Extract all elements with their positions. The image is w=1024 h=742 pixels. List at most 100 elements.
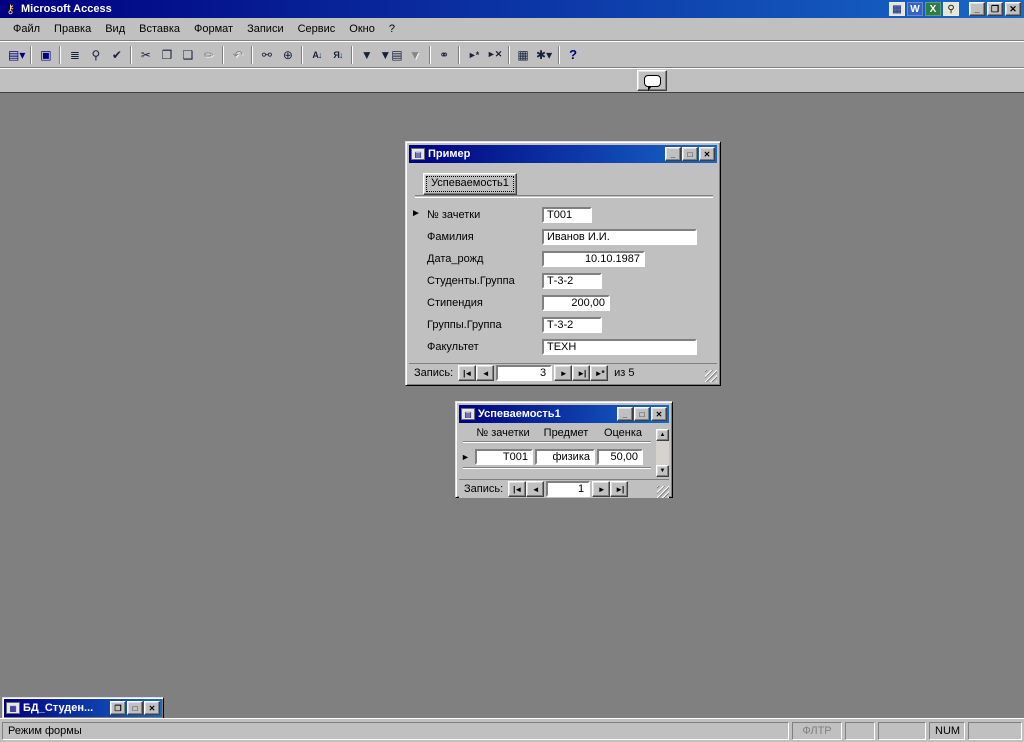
field-input[interactable]: Т-3-2 [542,317,602,333]
scroll-up-icon[interactable]: ▲ [656,429,669,441]
field-input[interactable]: Иванов И.И. [542,229,697,245]
cell-input[interactable]: физика [535,449,595,465]
field-row: Факультет ТЕХН [427,336,717,358]
help-button[interactable]: ? [563,44,584,65]
field-label: Студенты.Группа [427,275,515,287]
excel-icon[interactable]: X [925,2,941,16]
menu-records[interactable]: Записи [240,20,291,38]
filter-by-form-button[interactable]: ▼▤ [377,44,404,65]
status-panel-empty [878,721,926,740]
minimized-title: БД_Студен... [23,702,94,714]
format-painter-button[interactable]: ✏ [198,44,219,65]
resize-grip[interactable] [705,370,717,382]
last-record-button[interactable]: ►| [572,365,591,381]
cell-input[interactable]: 50,00 [597,449,643,465]
uspev-minimize-button[interactable]: _ [617,407,633,421]
field-label: Стипендия [427,297,483,309]
copy-button[interactable]: ❐ [156,44,177,65]
delete-record-button[interactable]: ►✕ [484,44,505,65]
cell-input[interactable]: Т001 [475,449,533,465]
save-button[interactable]: ▣ [35,44,56,65]
last-record-button[interactable]: ►| [610,481,629,497]
first-record-button[interactable]: |◄ [508,481,527,497]
new-record-nav-button[interactable]: ►* [590,365,609,381]
record-nav-label: Запись: [414,367,454,379]
resize-grip[interactable] [657,486,669,498]
office-shortcut-icon[interactable]: ▦ [889,2,905,16]
office-assistant-button[interactable] [637,70,667,91]
field-input[interactable]: Т-3-2 [542,273,602,289]
current-record-input[interactable]: 3 [496,365,553,381]
new-object-button[interactable]: ✱▾ [534,44,555,65]
insert-hyperlink-button[interactable]: ⚯ [256,44,277,65]
first-record-button[interactable]: |◄ [458,365,477,381]
search-icon[interactable]: ⚲ [943,2,959,16]
field-label: Дата_рожд [427,253,484,265]
db-close-button[interactable]: ✕ [144,701,160,715]
primer-close-button[interactable]: ✕ [699,147,715,161]
db-maximize-button[interactable]: □ [127,701,143,715]
main-titlebar: ⚷ Microsoft Access ▦ W X ⚲ _ ❐ ✕ [0,0,1024,18]
minimized-titlebar[interactable]: ▦ БД_Студен... ❐ □ ✕ [4,699,162,717]
menu-window[interactable]: Окно [342,20,382,38]
field-input[interactable]: 200,00 [542,295,610,311]
paste-button[interactable]: ❑ [177,44,198,65]
apply-filter-button[interactable]: ▼ [405,44,426,65]
uspev-form-body: № зачетки Предмет Оценка ► Т001 физика 5… [459,427,669,498]
subform-tab-button[interactable]: Успеваемость1 [423,173,517,195]
primer-minimize-button[interactable]: _ [665,147,681,161]
find-button[interactable]: ⚭ [434,44,455,65]
menu-help[interactable]: ? [382,20,402,38]
current-record-input[interactable]: 1 [546,481,591,497]
new-record-button[interactable]: ►* [463,44,484,65]
form-window-primer: ▤ Пример _ □ ✕ Успеваемость1 ► № зачетки… [405,141,721,386]
menu-format[interactable]: Формат [187,20,240,38]
record-selector[interactable]: ► [411,208,421,219]
toolbar-separator [30,45,33,64]
field-input[interactable]: 10.10.1987 [542,251,645,267]
menu-edit[interactable]: Правка [47,20,98,38]
restore-button[interactable]: ❐ [987,2,1003,16]
sort-descending-button[interactable]: Я↓ [327,44,348,65]
next-record-button[interactable]: ► [592,481,611,497]
menu-tools[interactable]: Сервис [291,20,343,38]
db-restore-button[interactable]: ❐ [110,701,126,715]
field-label: Фамилия [427,231,474,243]
field-row: Студенты.Группа Т-3-2 [427,270,717,292]
word-icon[interactable]: W [907,2,923,16]
print-preview-button[interactable]: ⚲ [85,44,106,65]
vertical-scrollbar[interactable]: ▲ ▼ [656,429,669,477]
web-toolbar-button[interactable]: ⊕ [277,44,298,65]
sort-ascending-button[interactable]: А↓ [306,44,327,65]
field-input[interactable]: ТЕХН [542,339,697,355]
uspev-maximize-button[interactable]: □ [634,407,650,421]
database-window-button[interactable]: ▦ [513,44,534,65]
spelling-button[interactable]: ✔ [106,44,127,65]
toolbar-separator [428,45,431,64]
prev-record-button[interactable]: ◄ [526,481,545,497]
next-record-button[interactable]: ► [554,365,573,381]
primer-titlebar[interactable]: ▤ Пример _ □ ✕ [409,145,717,163]
print-button[interactable]: ≣ [64,44,85,65]
primer-maximize-button[interactable]: □ [682,147,698,161]
prev-record-button[interactable]: ◄ [476,365,495,381]
menu-insert[interactable]: Вставка [132,20,187,38]
uspev-title: Успеваемость1 [478,408,561,420]
scroll-down-icon[interactable]: ▼ [656,465,669,477]
menu-file[interactable]: Файл [6,20,47,38]
primer-form-body: Успеваемость1 ► № зачетки Т001 Фамилия И… [409,163,717,382]
menu-view[interactable]: Вид [98,20,132,38]
database-icon: ▦ [6,702,20,714]
close-button[interactable]: ✕ [1005,2,1021,16]
uspev-titlebar[interactable]: ▤ Успеваемость1 _ □ ✕ [459,405,669,423]
form-window-uspevaemost: ▤ Успеваемость1 _ □ ✕ № зачетки Предмет … [455,401,673,498]
uspev-close-button[interactable]: ✕ [651,407,667,421]
status-mode: Режим формы [2,721,789,740]
view-button[interactable]: ▤▾ [6,44,27,65]
minimize-button[interactable]: _ [969,2,985,16]
field-input[interactable]: Т001 [542,207,592,223]
undo-button[interactable]: ↶ [227,44,248,65]
cut-button[interactable]: ✂ [135,44,156,65]
record-selector[interactable]: ► [461,452,473,462]
filter-by-selection-button[interactable]: ▼ [356,44,377,65]
